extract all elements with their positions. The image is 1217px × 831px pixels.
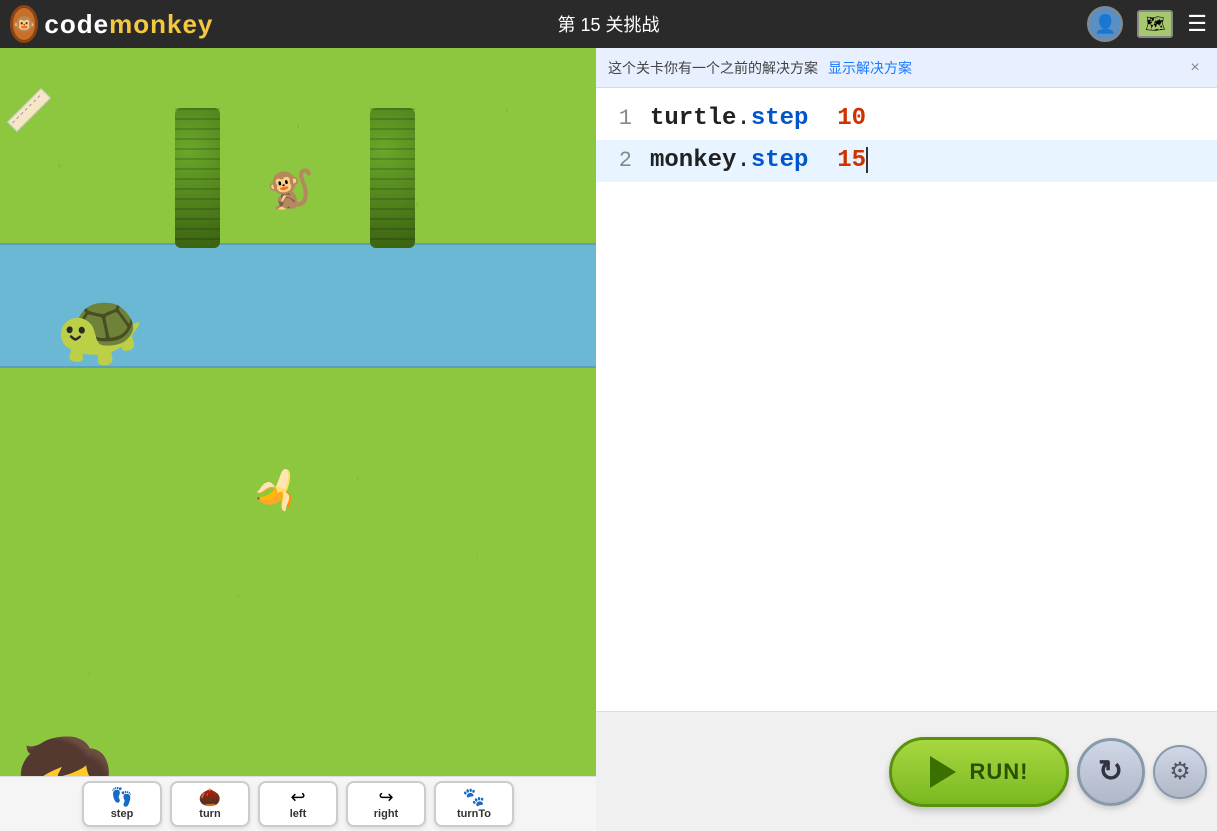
game-canvas: 🐒 🐢 🍌 🧒 👣 step 🌰 turn ↩ left ↪ right <box>0 48 596 831</box>
hamburger-menu[interactable]: ☰ <box>1187 11 1207 37</box>
step-icon: 👣 <box>111 788 133 806</box>
notification-text: 这个关卡你有一个之前的解决方案 <box>608 58 818 78</box>
right-icon: ↪ <box>378 788 393 806</box>
header: 🐵 CODEmonkey 第 15 关挑战 👤 🗺 ☰ <box>0 0 1217 48</box>
show-solution-link[interactable]: 显示解决方案 <box>828 58 912 78</box>
header-controls: 👤 🗺 ☰ <box>1087 6 1207 42</box>
line-number-2: 2 <box>596 142 646 180</box>
main-content: 🐒 🐢 🍌 🧒 👣 step 🌰 turn ↩ left ↪ right <box>0 48 1217 831</box>
run-label: RUN! <box>970 759 1029 785</box>
logo: 🐵 CODEmonkey <box>10 5 210 43</box>
reset-icon: ↺ <box>1098 754 1123 789</box>
turn-icon: 🌰 <box>199 788 221 806</box>
close-notification-button[interactable]: × <box>1185 58 1205 78</box>
code-editor[interactable]: 1 turtle.step 10 2 monkey.step 15 <box>596 88 1217 711</box>
turnto-command-btn[interactable]: 🐾 turnTo <box>434 781 514 827</box>
code-editor-area: 这个关卡你有一个之前的解决方案 显示解决方案 × 1 turtle.step 1… <box>596 48 1217 831</box>
notification-bar: 这个关卡你有一个之前的解决方案 显示解决方案 × <box>596 48 1217 88</box>
reset-button[interactable]: ↺ <box>1077 738 1145 806</box>
hedge-right-texture <box>370 108 415 248</box>
step-command-btn[interactable]: 👣 step <box>82 781 162 827</box>
bottom-toolbar: RUN! ↺ ⚙ <box>596 711 1217 831</box>
hedge-right <box>370 108 415 248</box>
code-turtle-1: turtle <box>650 105 736 132</box>
line-number-1: 1 <box>596 100 646 138</box>
code-line-2: 2 monkey.step 15 <box>596 140 1217 182</box>
turn-command-btn[interactable]: 🌰 turn <box>170 781 250 827</box>
play-icon <box>930 756 956 788</box>
left-icon: ↩ <box>290 788 305 806</box>
turnto-label: turnTo <box>457 808 491 820</box>
level-title: 第 15 关挑战 <box>557 11 659 37</box>
settings-icon: ⚙ <box>1169 757 1191 786</box>
hedge-left <box>175 108 220 248</box>
right-command-btn[interactable]: ↪ right <box>346 781 426 827</box>
logo-code-part: CODE <box>44 9 109 39</box>
code-content-2: monkey.step 15 <box>646 142 1217 180</box>
left-label: left <box>290 808 307 820</box>
left-command-btn[interactable]: ↩ left <box>258 781 338 827</box>
turtle-character: 🐢 <box>20 278 180 378</box>
command-palette: 👣 step 🌰 turn ↩ left ↪ right 🐾 turnTo <box>0 776 596 831</box>
right-label: right <box>374 808 398 820</box>
hedge-left-texture <box>175 108 220 248</box>
turnto-icon: 🐾 <box>463 788 485 806</box>
text-cursor <box>866 147 868 173</box>
code-line-1: 1 turtle.step 10 <box>596 98 1217 140</box>
logo-area: 🐵 CODEmonkey <box>10 5 210 43</box>
run-button[interactable]: RUN! <box>889 737 1069 807</box>
settings-button[interactable]: ⚙ <box>1153 745 1207 799</box>
monkey-character: 🐒 <box>263 160 318 220</box>
code-monkey-2: monkey <box>650 147 736 174</box>
avatar-button[interactable]: 👤 <box>1087 6 1123 42</box>
map-icon: 🗺 <box>1137 10 1173 38</box>
step-label: step <box>111 808 134 820</box>
code-content-1: turtle.step 10 <box>646 100 1217 138</box>
logo-monkey-icon: 🐵 <box>10 5 38 43</box>
turn-label: turn <box>199 808 220 820</box>
logo-text: CODEmonkey <box>44 9 213 40</box>
map-button[interactable]: 🗺 <box>1137 6 1173 42</box>
user-avatar: 👤 <box>1087 6 1123 42</box>
